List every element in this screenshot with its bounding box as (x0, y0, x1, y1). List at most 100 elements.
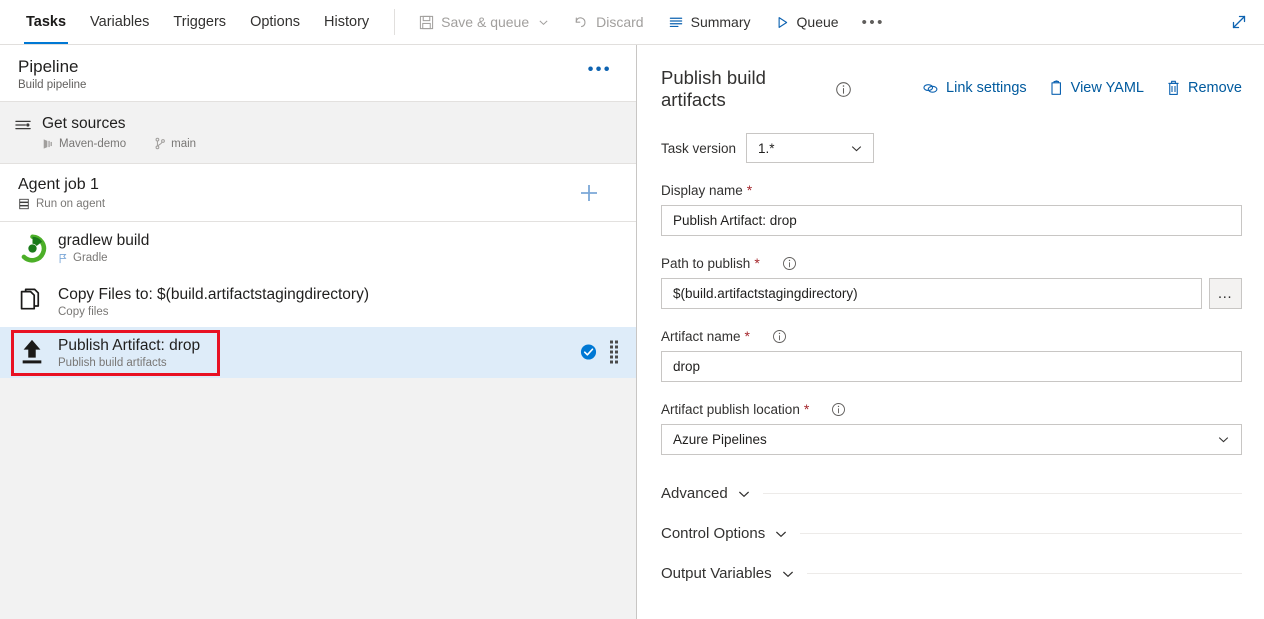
add-task-button[interactable] (578, 182, 600, 204)
queue-label: Queue (797, 14, 839, 30)
tab-tasks[interactable]: Tasks (14, 0, 78, 44)
get-sources-icon (14, 118, 32, 132)
link-settings-button[interactable]: Link settings (922, 80, 1027, 96)
task-details-header: Publish build artifacts (661, 45, 1242, 111)
tab-tasks-label: Tasks (26, 14, 66, 30)
remove-label: Remove (1188, 80, 1242, 96)
required-marker: * (754, 255, 759, 271)
pipeline-overflow-button[interactable]: ••• (588, 61, 612, 79)
get-sources-row[interactable]: Get sources Maven-demo (0, 102, 636, 164)
control-options-label: Control Options (661, 525, 765, 542)
task-list: gradlew build Gradle (0, 222, 636, 378)
toolbar-actions: Save & queue Discard (408, 0, 895, 44)
task-details-title: Publish build artifacts (661, 67, 826, 111)
agent-job-row[interactable]: Agent job 1 Run on agent (0, 164, 636, 222)
repo-name: Maven-demo (59, 138, 126, 150)
toolbar-overflow-button[interactable]: ••• (852, 14, 895, 31)
field-artifact-publish-location: Artifact publish location* Azure Pipelin… (661, 401, 1242, 455)
field-display-name: Display name* (661, 182, 1242, 236)
tab-triggers-label: Triggers (173, 14, 226, 30)
task-title: Publish Artifact: drop (58, 336, 200, 355)
toolbar-divider (394, 9, 395, 35)
info-icon[interactable] (772, 329, 787, 344)
task-row[interactable]: Copy Files to: $(build.artifactstagingdi… (0, 276, 636, 327)
link-settings-label: Link settings (946, 80, 1027, 96)
tab-options[interactable]: Options (238, 0, 312, 44)
view-yaml-label: View YAML (1071, 80, 1144, 96)
tab-triggers[interactable]: Triggers (161, 0, 238, 44)
save-icon (419, 15, 434, 30)
branch-name: main (171, 138, 196, 150)
link-icon (922, 81, 939, 96)
save-and-queue-label: Save & queue (441, 14, 529, 30)
task-title: gradlew build (58, 231, 149, 250)
task-row-publish-artifact[interactable]: Publish Artifact: drop Publish build art… (0, 327, 636, 378)
agent-job-subtitle: Run on agent (36, 198, 105, 210)
section-control-options[interactable]: Control Options (661, 525, 1242, 542)
tab-bar: Tasks Variables Triggers Options History (0, 0, 381, 44)
display-name-input[interactable] (661, 205, 1242, 236)
task-version-dropdown[interactable]: 1.* (746, 133, 874, 163)
task-title: Copy Files to: $(build.artifactstagingdi… (58, 285, 369, 304)
pipeline-header[interactable]: Pipeline Build pipeline ••• (0, 45, 636, 102)
repo-meta: Maven-demo (42, 138, 126, 150)
artifact-publish-location-value: Azure Pipelines (673, 432, 767, 447)
repo-icon (42, 138, 54, 150)
info-icon[interactable] (831, 402, 846, 417)
task-subtitle: Copy files (58, 306, 369, 318)
top-toolbar: Tasks Variables Triggers Options History… (0, 0, 1264, 45)
discard-label: Discard (596, 14, 643, 30)
required-marker: * (804, 401, 809, 417)
field-label: Path to publish* (661, 255, 1242, 271)
path-to-publish-input[interactable] (661, 278, 1202, 309)
output-variables-label: Output Variables (661, 565, 772, 582)
page-title: Pipeline (18, 56, 636, 78)
section-divider (763, 493, 1242, 494)
chevron-down-icon (774, 527, 788, 541)
queue-button[interactable]: Queue (764, 0, 850, 44)
agent-icon (18, 198, 30, 210)
view-yaml-button[interactable]: View YAML (1049, 80, 1144, 96)
get-sources-title: Get sources (42, 114, 196, 133)
play-icon (775, 15, 790, 30)
branch-icon (154, 137, 166, 150)
task-version-label: Task version (661, 141, 736, 156)
tab-variables[interactable]: Variables (78, 0, 161, 44)
undo-icon (573, 15, 589, 30)
tab-history[interactable]: History (312, 0, 381, 44)
artifact-name-label: Artifact name (661, 329, 741, 344)
remove-button[interactable]: Remove (1166, 80, 1242, 96)
discard-button[interactable]: Discard (562, 0, 654, 44)
expand-icon[interactable] (1230, 13, 1248, 31)
enabled-check-icon[interactable] (580, 344, 597, 361)
artifact-name-input[interactable] (661, 351, 1242, 382)
gradle-icon (18, 234, 58, 263)
task-text: Copy Files to: $(build.artifactstagingdi… (58, 285, 369, 318)
tab-options-label: Options (250, 14, 300, 30)
task-text: gradlew build Gradle (58, 231, 149, 267)
info-icon[interactable] (835, 81, 852, 98)
azure-devops-pipeline-editor: Tasks Variables Triggers Options History… (0, 0, 1264, 619)
section-output-variables[interactable]: Output Variables (661, 565, 1242, 582)
trash-icon (1166, 80, 1181, 96)
summary-label: Summary (691, 14, 751, 30)
browse-path-button[interactable]: … (1209, 278, 1242, 309)
artifact-publish-location-dropdown[interactable]: Azure Pipelines (661, 424, 1242, 455)
pipeline-subtitle: Build pipeline (18, 79, 636, 91)
tab-variables-label: Variables (90, 14, 149, 30)
info-icon[interactable] (782, 256, 797, 271)
tab-history-label: History (324, 14, 369, 30)
chevron-down-icon (1217, 433, 1230, 446)
drag-handle-icon[interactable] (610, 341, 618, 364)
save-and-queue-button[interactable]: Save & queue (408, 0, 560, 44)
task-row[interactable]: gradlew build Gradle (0, 222, 636, 276)
get-sources-meta: Maven-demo main (42, 137, 196, 150)
field-label: Artifact publish location* (661, 401, 1242, 417)
summary-button[interactable]: Summary (657, 0, 762, 44)
agent-job-meta: Run on agent (18, 198, 636, 210)
task-row-actions (580, 341, 618, 364)
section-advanced[interactable]: Advanced (661, 485, 1242, 502)
branch-meta: main (154, 137, 196, 150)
agent-job-title: Agent job 1 (18, 175, 636, 195)
task-subtitle-row: Gradle (58, 252, 149, 267)
